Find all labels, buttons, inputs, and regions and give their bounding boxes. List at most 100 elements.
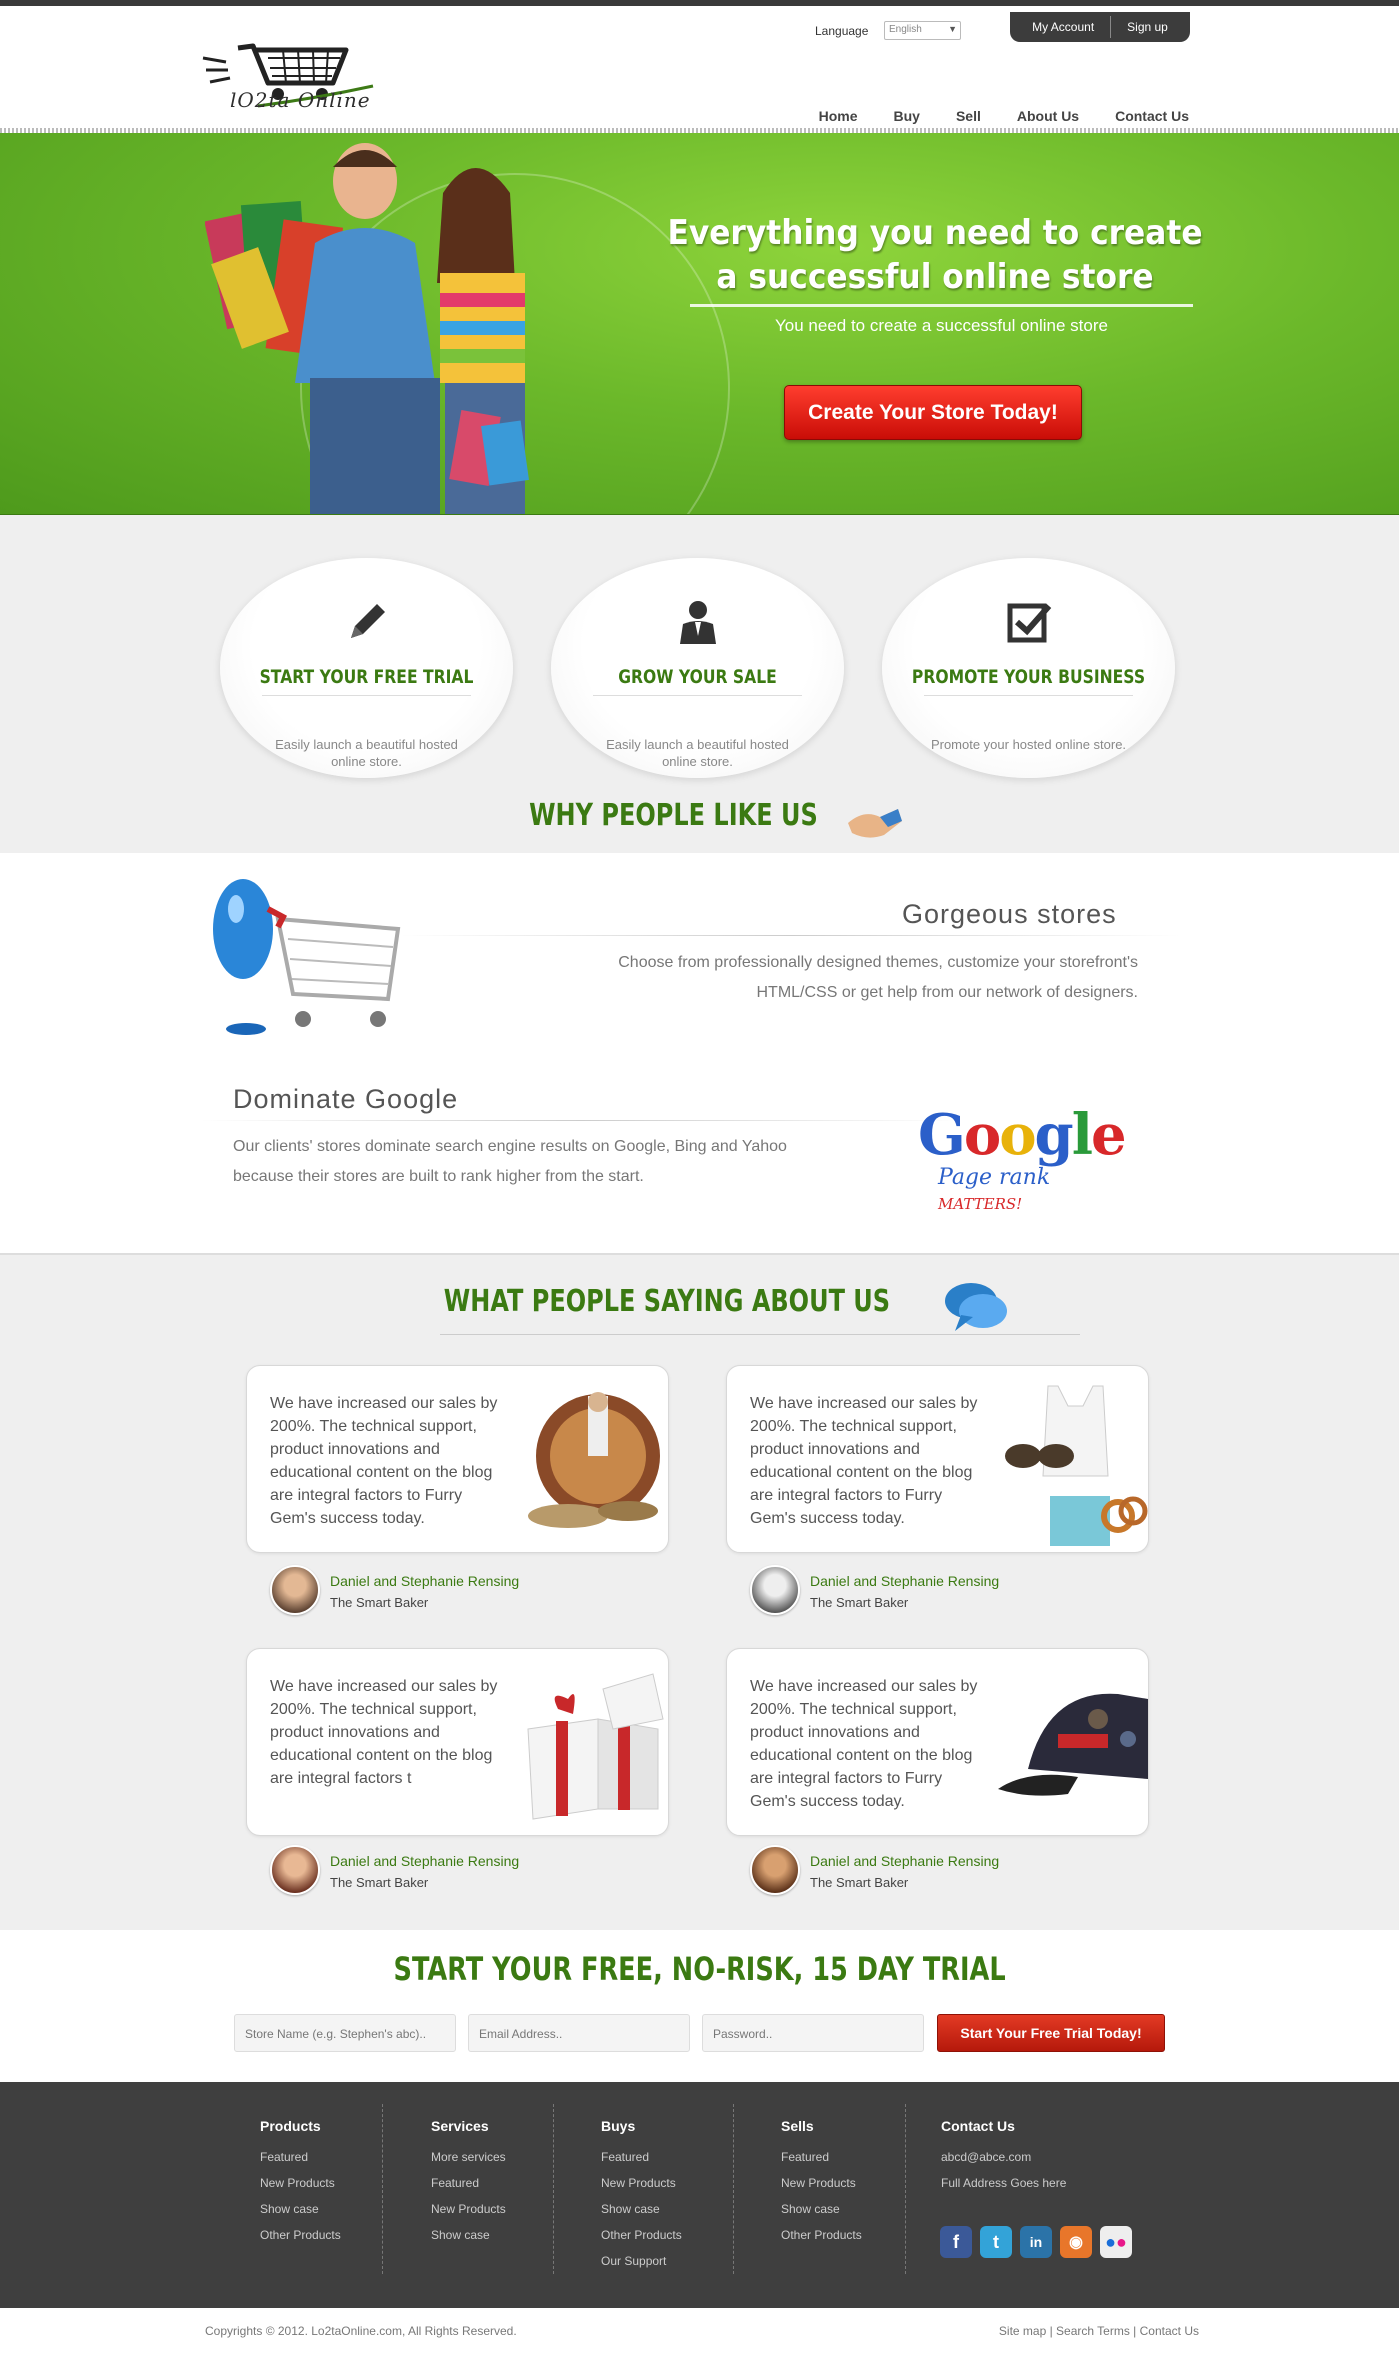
footer-link[interactable]: Our Support bbox=[601, 2248, 682, 2274]
logo-text[interactable]: lO2ta Online bbox=[230, 88, 371, 112]
divider bbox=[262, 695, 471, 696]
password-input[interactable]: Password.. bbox=[702, 2014, 924, 2052]
social-links: f t in ◉ ● ● bbox=[940, 2226, 1132, 2258]
feature-grow-sale[interactable]: GROW YOUR SALE Easily launch a beautiful… bbox=[551, 558, 844, 778]
header: lO2ta Online Language English ▼ My Accoun… bbox=[0, 6, 1399, 132]
footer-col-title: Products bbox=[260, 2118, 321, 2134]
why-section: Gorgeous stores Choose from professional… bbox=[0, 853, 1399, 1253]
testimonial-card: We have increased our sales by 200%. The… bbox=[246, 1648, 669, 1836]
dominate-google-title: Dominate Google bbox=[233, 1084, 459, 1114]
author-name[interactable]: Daniel and Stephanie Rensing bbox=[330, 1853, 519, 1869]
feature-desc: Easily launch a beautiful hosted online … bbox=[275, 737, 458, 769]
trial-title: START YOUR FREE, NO-RISK, 15 DAY TRIAL bbox=[393, 1950, 1006, 1988]
twitter-icon[interactable]: t bbox=[980, 2226, 1012, 2258]
footer-link[interactable]: More services bbox=[431, 2144, 506, 2170]
trial-heading: START YOUR FREE, NO-RISK, 15 DAY TRIAL bbox=[0, 1950, 1399, 1988]
testimonial-text: We have increased our sales by 200%. The… bbox=[750, 1678, 978, 1810]
rss-icon[interactable]: ◉ bbox=[1060, 2226, 1092, 2258]
author-name[interactable]: Daniel and Stephanie Rensing bbox=[810, 1853, 999, 1869]
author-name[interactable]: Daniel and Stephanie Rensing bbox=[330, 1573, 519, 1589]
my-account-link[interactable]: My Account bbox=[1016, 20, 1110, 34]
gorgeous-desc-line-2: HTML/CSS or get help from our network of… bbox=[756, 984, 1139, 1001]
pencil-icon bbox=[350, 604, 385, 638]
cap-image bbox=[998, 1693, 1148, 1796]
footer-link[interactable]: Other Products bbox=[781, 2222, 862, 2248]
hero-title-line-2: a successful online store bbox=[716, 257, 1154, 297]
nav-buy[interactable]: Buy bbox=[894, 108, 920, 124]
testimonial-author: Daniel and Stephanie Rensing The Smart B… bbox=[750, 1565, 1050, 1617]
footer-link[interactable]: Show case bbox=[601, 2196, 682, 2222]
testimonial-text: We have increased our sales by 200%. The… bbox=[270, 1395, 498, 1527]
store-name-input[interactable]: Store Name (e.g. Stephen's abc).. bbox=[234, 2014, 456, 2052]
footer-link[interactable]: Featured bbox=[431, 2170, 506, 2196]
testimonials-section: WHAT PEOPLE SAYING ABOUT US We have incr… bbox=[0, 1253, 1399, 1930]
nav-home[interactable]: Home bbox=[819, 108, 858, 124]
footer-link[interactable]: Featured bbox=[781, 2144, 862, 2170]
divider bbox=[553, 2104, 554, 2274]
hero-title-line-1: Everything you need to create bbox=[667, 213, 1203, 253]
linkedin-icon[interactable]: in bbox=[1020, 2226, 1052, 2258]
gorgeous-stores-desc: Choose from professionally designed them… bbox=[618, 948, 1138, 1008]
contact-email[interactable]: abcd@abce.com bbox=[941, 2144, 1066, 2170]
footer-col-title: Buys bbox=[601, 2118, 636, 2134]
mouse-cart-image bbox=[213, 879, 401, 1035]
cart-logo-icon[interactable] bbox=[198, 28, 378, 128]
email-input[interactable]: Email Address.. bbox=[468, 2014, 690, 2052]
sign-up-link[interactable]: Sign up bbox=[1111, 20, 1184, 34]
footer-col-sells: Sells Featured New Products Show case Ot… bbox=[781, 2118, 862, 2248]
gorgeous-desc-line-1: Choose from professionally designed them… bbox=[618, 954, 1138, 971]
footer-link[interactable]: Show case bbox=[260, 2196, 341, 2222]
footer-link[interactable]: Featured bbox=[260, 2144, 341, 2170]
footer-link[interactable]: Featured bbox=[601, 2144, 682, 2170]
author-name[interactable]: Daniel and Stephanie Rensing bbox=[810, 1573, 999, 1589]
bottom-links[interactable]: Site map | Search Terms | Contact Us bbox=[999, 2324, 1199, 2338]
divider bbox=[382, 2104, 383, 2274]
feature-promote-business[interactable]: PROMOTE YOUR BUSINESS Promote your hoste… bbox=[882, 558, 1175, 778]
feature-free-trial[interactable]: START YOUR FREE TRIAL Easily launch a be… bbox=[220, 558, 513, 778]
feature-title: START YOUR FREE TRIAL bbox=[259, 666, 474, 688]
hero-banner: Everything you need to create a successf… bbox=[0, 133, 1399, 515]
dominate-desc-line-2: because their stores are built to rank h… bbox=[233, 1168, 644, 1185]
footer-link[interactable]: New Products bbox=[781, 2170, 862, 2196]
feature-title: GROW YOUR SALE bbox=[618, 666, 777, 688]
feature-desc: Easily launch a beautiful hosted online … bbox=[606, 737, 789, 769]
divider bbox=[924, 695, 1133, 696]
facebook-icon[interactable]: f bbox=[940, 2226, 972, 2258]
feature-title: PROMOTE YOUR BUSINESS bbox=[911, 666, 1146, 688]
hero-divider bbox=[690, 304, 1193, 307]
divider bbox=[733, 2104, 734, 2274]
author-company: The Smart Baker bbox=[810, 1875, 909, 1890]
why-title: WHY PEOPLE LIKE US bbox=[529, 798, 818, 833]
divider bbox=[593, 695, 802, 696]
footer-link[interactable]: Other Products bbox=[601, 2222, 682, 2248]
footer-link[interactable]: New Products bbox=[431, 2196, 506, 2222]
footer-link[interactable]: Show case bbox=[781, 2196, 862, 2222]
feature-desc: Promote your hosted online store. bbox=[930, 737, 1127, 752]
dominate-google-desc: Our clients' stores dominate search engi… bbox=[233, 1132, 787, 1192]
footer-col-contact: Contact Us abcd@abce.com Full Address Go… bbox=[941, 2118, 1066, 2196]
nav-about-us[interactable]: About Us bbox=[1017, 108, 1079, 124]
nav-sell[interactable]: Sell bbox=[956, 108, 981, 124]
language-select[interactable]: English ▼ bbox=[884, 21, 961, 40]
footer-link[interactable]: Other Products bbox=[260, 2222, 341, 2248]
footer-link[interactable]: Show case bbox=[431, 2222, 506, 2248]
matters-label: MATTERS! bbox=[938, 1195, 1023, 1213]
footer-col-buys: Buys Featured New Products Show case Oth… bbox=[601, 2118, 682, 2274]
main-nav: Home Buy Sell About Us Contact Us bbox=[819, 108, 1189, 124]
footer-link[interactable]: New Products bbox=[601, 2170, 682, 2196]
why-heading: WHY PEOPLE LIKE US bbox=[0, 798, 1399, 843]
nav-contact-us[interactable]: Contact Us bbox=[1115, 108, 1189, 124]
gift-box-image bbox=[527, 1673, 664, 1820]
language-label: Language bbox=[815, 24, 869, 38]
footer: Products Featured New Products Show case… bbox=[0, 2082, 1399, 2308]
author-company: The Smart Baker bbox=[330, 1595, 429, 1610]
flickr-icon[interactable]: ● ● bbox=[1100, 2226, 1132, 2258]
hero-title: Everything you need to create a successf… bbox=[664, 211, 1207, 299]
footer-link[interactable]: New Products bbox=[260, 2170, 341, 2196]
page-rank-label: Page rank bbox=[938, 1165, 1051, 1190]
create-store-button[interactable]: Create Your Store Today! bbox=[784, 385, 1082, 440]
divider bbox=[440, 1334, 1080, 1335]
google-page-rank-image: Google Page rank MATTERS! bbox=[918, 1105, 1138, 1215]
divider bbox=[400, 935, 1180, 936]
start-trial-button[interactable]: Start Your Free Trial Today! bbox=[937, 2014, 1165, 2052]
